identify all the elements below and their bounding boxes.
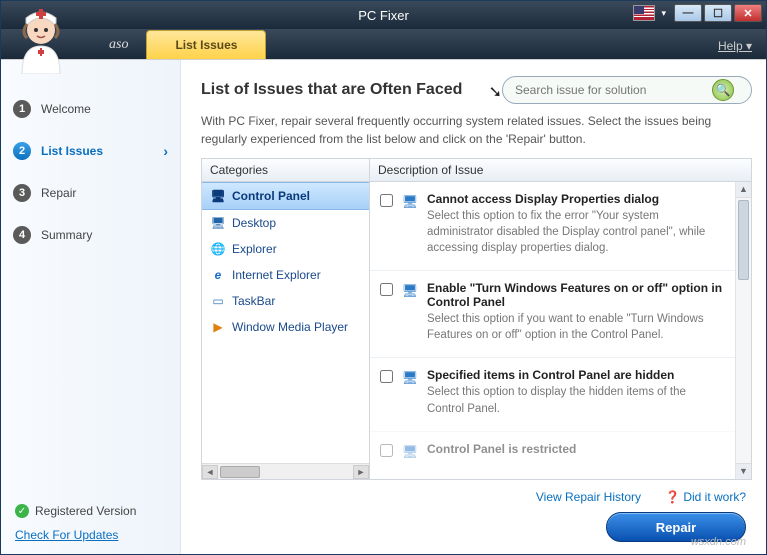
issue-desc: Select this option if you want to enable… [427, 311, 723, 343]
did-it-work-link[interactable]: ❓ Did it work? [665, 490, 746, 504]
view-history-link[interactable]: View Repair History [536, 490, 641, 504]
language-flag-icon[interactable] [633, 5, 655, 21]
step-number: 1 [13, 100, 31, 118]
titlebar: PC Fixer ▾ — ☐ ✕ [1, 1, 766, 29]
step-label: Welcome [41, 102, 91, 116]
step-summary[interactable]: 4 Summary [1, 214, 180, 256]
language-dropdown-icon[interactable]: ▾ [661, 8, 666, 19]
issue-title: Specified items in Control Panel are hid… [427, 368, 723, 382]
issue-title: Enable "Turn Windows Features on or off"… [427, 281, 723, 309]
horizontal-scrollbar[interactable]: ◄ ► [202, 463, 369, 479]
scroll-left-icon[interactable]: ◄ [202, 465, 218, 479]
category-desktop[interactable]: 🖥 Desktop [202, 210, 369, 236]
scroll-thumb[interactable] [220, 466, 260, 478]
issue-title: Cannot access Display Properties dialog [427, 192, 723, 206]
step-number: 2 [13, 142, 31, 160]
step-number: 4 [13, 226, 31, 244]
sidebar: 1 Welcome 2 List Issues › 3 Repair 4 Sum… [1, 60, 181, 554]
ie-icon: e [210, 267, 226, 283]
issue-icon: 🖥 [401, 282, 419, 300]
issue-title: Control Panel is restricted [427, 442, 723, 456]
issues-pane: Description of Issue 🖥 Cannot access Dis… [370, 159, 751, 479]
search-button[interactable]: 🔍 [712, 79, 734, 101]
scroll-down-icon[interactable]: ▼ [736, 463, 751, 479]
category-wmp[interactable]: ▶ Window Media Player [202, 314, 369, 340]
media-player-icon: ▶ [210, 319, 226, 335]
step-number: 3 [13, 184, 31, 202]
desktop-icon: 🖥 [210, 215, 226, 231]
minimize-button[interactable]: — [674, 4, 702, 22]
step-label: Summary [41, 228, 92, 242]
issue-checkbox[interactable] [380, 370, 393, 383]
step-label: Repair [41, 186, 76, 200]
menubar: aso List Issues Help ▾ [1, 29, 766, 59]
tab-list-issues[interactable]: List Issues [146, 30, 266, 59]
category-control-panel[interactable]: 🖥 Control Panel [202, 182, 369, 210]
scroll-right-icon[interactable]: ► [353, 465, 369, 479]
taskbar-icon: ▭ [210, 293, 226, 309]
check-icon: ✓ [15, 504, 29, 518]
issue-icon: 🖥 [401, 443, 419, 461]
issue-row[interactable]: 🖥 Enable "Turn Windows Features on or of… [370, 270, 735, 357]
category-ie[interactable]: e Internet Explorer [202, 262, 369, 288]
issues-header: Description of Issue [370, 159, 751, 182]
vertical-scrollbar[interactable]: ▲ ▼ [735, 182, 751, 479]
chevron-right-icon: › [163, 143, 168, 159]
app-window: PC Fixer ▾ — ☐ ✕ aso List Issues Help ▾ [0, 0, 767, 555]
control-panel-icon: 🖥 [210, 188, 226, 204]
tab-aso[interactable]: aso [91, 31, 146, 59]
page-description: With PC Fixer, repair several frequently… [201, 112, 752, 148]
issue-desc: Select this option to display the hidden… [427, 384, 723, 416]
issue-checkbox[interactable] [380, 283, 393, 296]
help-link[interactable]: Help ▾ [718, 39, 752, 53]
issue-checkbox[interactable] [380, 194, 393, 207]
page-title: List of Issues that are Often Faced [201, 81, 462, 99]
issue-row[interactable]: 🖥 Specified items in Control Panel are h… [370, 357, 735, 430]
category-taskbar[interactable]: ▭ TaskBar [202, 288, 369, 314]
issue-desc: Select this option to fix the error "You… [427, 208, 723, 256]
step-list-issues[interactable]: 2 List Issues › [1, 130, 180, 172]
step-welcome[interactable]: 1 Welcome [1, 88, 180, 130]
issue-row[interactable]: 🖥 Cannot access Display Properties dialo… [370, 182, 735, 270]
main-content: List of Issues that are Often Faced ➘ 🔍 … [181, 60, 766, 554]
question-icon: ❓ [665, 490, 680, 504]
categories-header: Categories [202, 159, 369, 182]
categories-pane: Categories 🖥 Control Panel 🖥 Desktop 🌐 [202, 159, 370, 479]
issue-checkbox[interactable] [380, 444, 393, 457]
issue-row[interactable]: 🖥 Control Panel is restricted [370, 431, 735, 475]
step-repair[interactable]: 3 Repair [1, 172, 180, 214]
scroll-thumb[interactable] [738, 200, 749, 280]
window-title: PC Fixer [358, 8, 409, 23]
close-button[interactable]: ✕ [734, 4, 762, 22]
step-label: List Issues [41, 144, 103, 158]
registered-status: ✓ Registered Version [15, 504, 166, 518]
category-explorer[interactable]: 🌐 Explorer [202, 236, 369, 262]
globe-icon: 🌐 [210, 241, 226, 257]
app-mascot-icon [6, 4, 76, 74]
check-updates-link[interactable]: Check For Updates [15, 528, 118, 542]
maximize-button[interactable]: ☐ [704, 4, 732, 22]
issue-icon: 🖥 [401, 369, 419, 387]
scroll-up-icon[interactable]: ▲ [736, 182, 751, 198]
watermark: wsxdn.com [691, 536, 746, 548]
issue-icon: 🖥 [401, 193, 419, 211]
pointer-arrow-icon: ➘ [489, 82, 502, 102]
